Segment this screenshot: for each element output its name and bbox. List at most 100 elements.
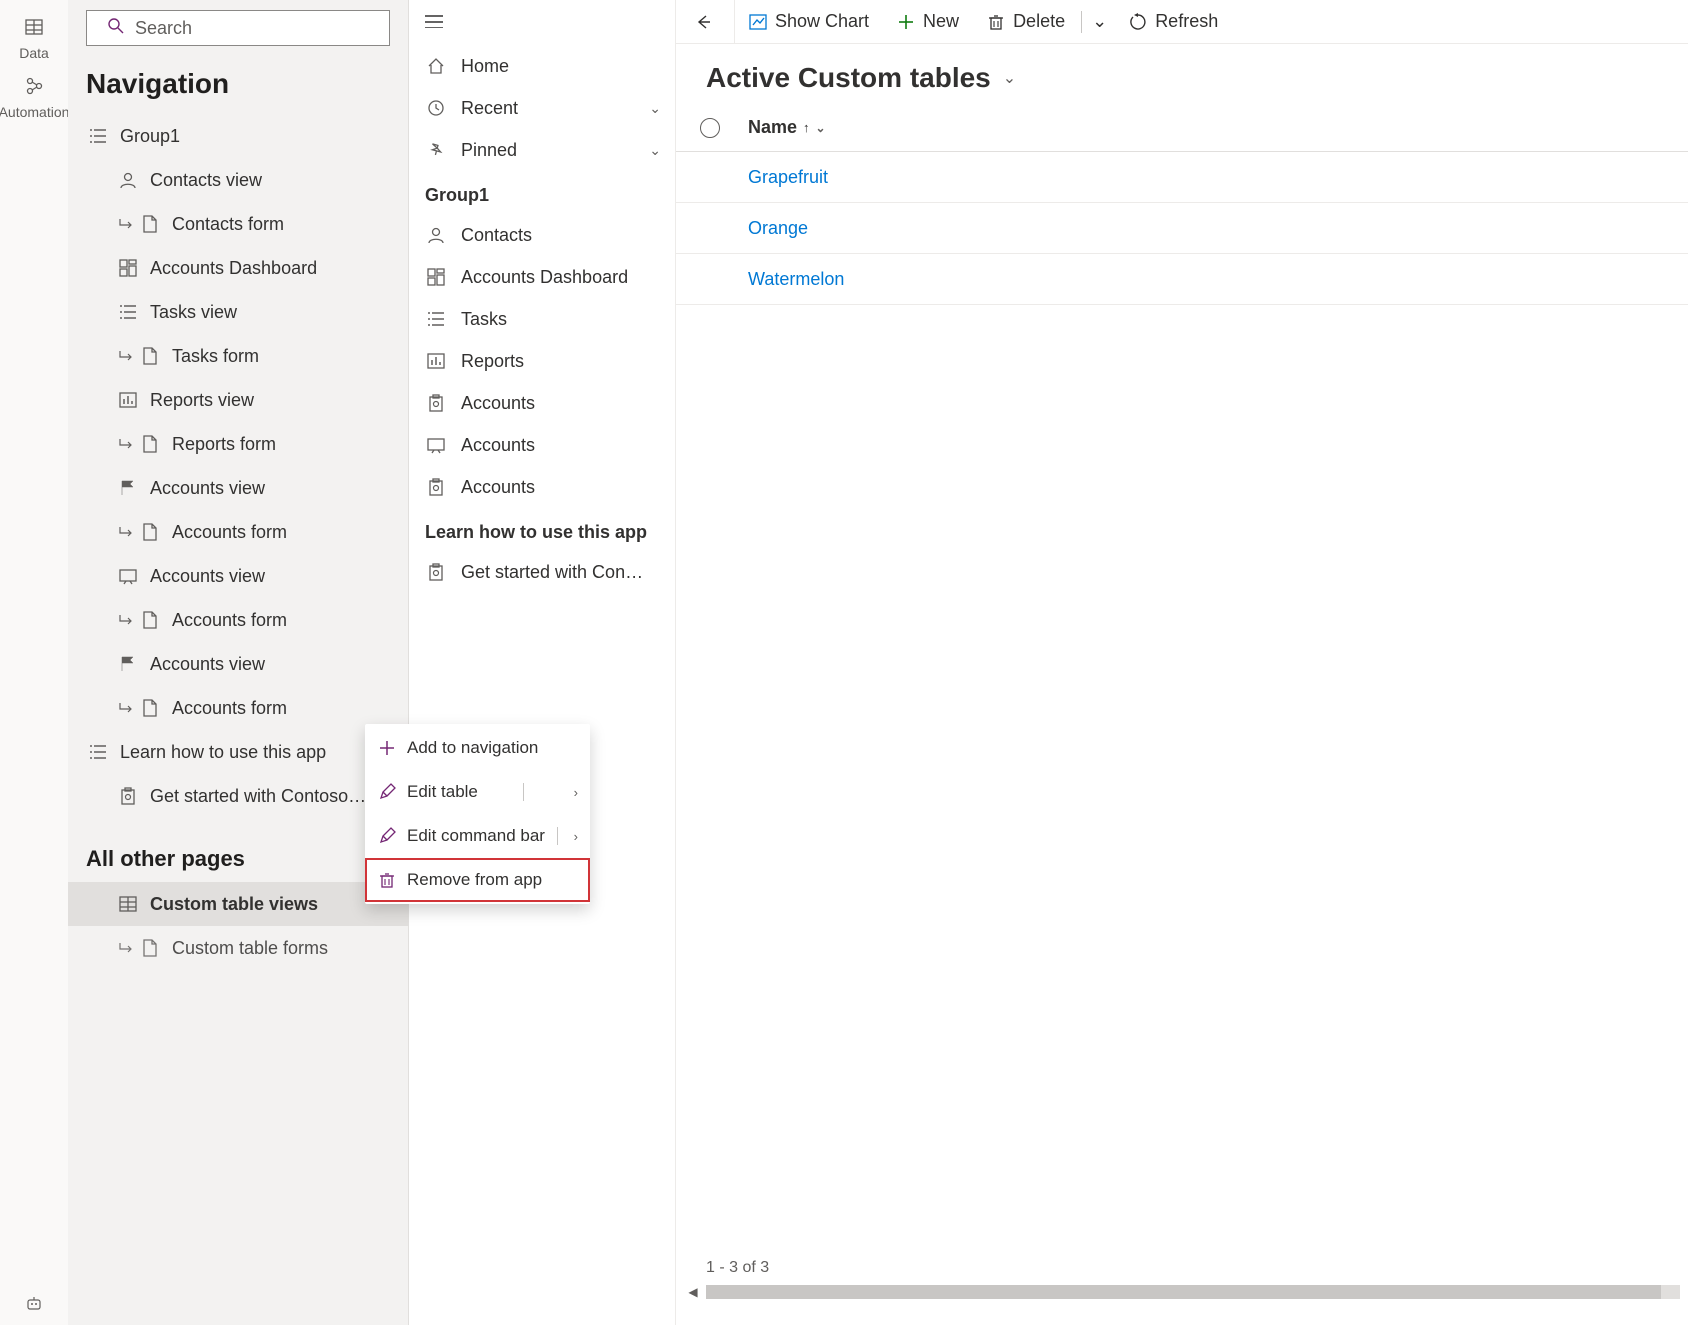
context-menu: Add to navigation Edit table › Edit comm… (365, 724, 590, 904)
rail-bot[interactable] (0, 1286, 68, 1325)
nav-item-accounts-view-3[interactable]: Accounts view (68, 642, 408, 686)
clipboard-icon (425, 563, 447, 581)
sidebar-label: Pinned (461, 140, 517, 161)
table-icon (116, 895, 140, 913)
row-link[interactable]: Grapefruit (748, 167, 828, 188)
show-chart-icon (749, 13, 767, 31)
sidebar-home[interactable]: Home (409, 45, 675, 87)
sidebar-get-started[interactable]: Get started with Con… (409, 551, 675, 593)
automation-icon (25, 77, 43, 100)
nav-tree: Group1 Contacts view Contacts form Accou… (68, 114, 408, 1325)
dashboard-icon (425, 268, 447, 286)
nav-item-accounts-dashboard[interactable]: Accounts Dashboard (68, 246, 408, 290)
left-rail: Data Automation (0, 0, 68, 1325)
sidebar-pinned[interactable]: Pinned ⌄ (409, 129, 675, 171)
nav-item-accounts-form-3[interactable]: Accounts form (68, 686, 408, 730)
rail-data[interactable]: Data (0, 10, 68, 69)
nav-item-accounts-view-1[interactable]: Accounts view (68, 466, 408, 510)
search-box[interactable]: Search (86, 10, 390, 46)
sidebar-tasks[interactable]: Tasks (409, 298, 675, 340)
rail-automation[interactable]: Automation (0, 69, 68, 128)
sidebar-accounts-2[interactable]: Accounts (409, 424, 675, 466)
sidebar-group-header: Group1 (409, 171, 675, 214)
row-link[interactable]: Watermelon (748, 269, 844, 290)
nav-title: Navigation (86, 68, 408, 100)
nav-item-custom-table-views[interactable]: Custom table views (68, 882, 408, 926)
separator (1081, 11, 1082, 33)
back-button[interactable] (680, 0, 735, 44)
nav-item-label: Get started with Contoso… (150, 786, 366, 807)
bot-icon (25, 1294, 43, 1317)
person-icon (425, 226, 447, 244)
horizontal-scrollbar[interactable]: ◀ (676, 1283, 1688, 1301)
sidebar-accounts-dashboard[interactable]: Accounts Dashboard (409, 256, 675, 298)
learn-header[interactable]: Learn how to use this app (68, 730, 408, 774)
new-label: New (923, 11, 959, 32)
nav-item-accounts-view-2[interactable]: Accounts view (68, 554, 408, 598)
column-name[interactable]: Name ↑ ⌄ (748, 117, 826, 138)
person-icon (116, 171, 140, 189)
nav-item-accounts-form-2[interactable]: Accounts form (68, 598, 408, 642)
refresh-button[interactable]: Refresh (1115, 0, 1232, 44)
nav-item-tasks-view[interactable]: Tasks view (68, 290, 408, 334)
nav-item-get-started[interactable]: Get started with Contoso… (68, 774, 408, 818)
nav-item-custom-table-forms[interactable]: Custom table forms (68, 926, 408, 970)
sidebar-label: Home (461, 56, 509, 77)
delete-button[interactable]: Delete (973, 0, 1079, 44)
nav-item-label: Accounts form (172, 522, 287, 543)
nav-item-label: Contacts form (172, 214, 284, 235)
row-link[interactable]: Orange (748, 218, 808, 239)
flag-icon (116, 655, 140, 673)
nav-item-contacts-form[interactable]: Contacts form (68, 202, 408, 246)
sidebar-label: Accounts Dashboard (461, 267, 628, 288)
sidebar-accounts-3[interactable]: Accounts (409, 466, 675, 508)
nav-item-reports-form[interactable]: Reports form (68, 422, 408, 466)
sort-asc-icon: ↑ (803, 120, 810, 135)
nav-item-reports-view[interactable]: Reports view (68, 378, 408, 422)
new-button[interactable]: New (883, 0, 973, 44)
menu-edit-command-bar[interactable]: Edit command bar › (365, 814, 590, 858)
file-icon (138, 523, 162, 541)
pencil-icon (377, 827, 397, 845)
back-icon (694, 13, 712, 31)
sidebar-accounts-1[interactable]: Accounts (409, 382, 675, 424)
app-sidebar: Home Recent ⌄ Pinned ⌄ Group1 Contacts A… (409, 0, 676, 1325)
group-header[interactable]: Group1 (68, 114, 408, 158)
refresh-icon (1129, 13, 1147, 31)
sidebar-contacts[interactable]: Contacts (409, 214, 675, 256)
menu-edit-table[interactable]: Edit table › (365, 770, 590, 814)
chevron-down-icon: ⌄ (1092, 11, 1107, 32)
nav-item-tasks-form[interactable]: Tasks form (68, 334, 408, 378)
dashboard-icon (116, 259, 140, 277)
select-all-checkbox[interactable] (700, 118, 720, 138)
scrollbar-track[interactable] (706, 1285, 1680, 1299)
menu-remove-from-app[interactable]: Remove from app (365, 858, 590, 902)
scrollbar-thumb[interactable] (706, 1285, 1661, 1299)
nav-item-label: Accounts view (150, 654, 265, 675)
rail-data-label: Data (19, 45, 49, 61)
scroll-left-icon[interactable]: ◀ (684, 1283, 702, 1301)
grid-row[interactable]: Grapefruit (676, 152, 1688, 203)
file-icon (138, 347, 162, 365)
learn-label: Learn how to use this app (120, 742, 326, 763)
hamburger-button[interactable] (409, 0, 675, 45)
search-placeholder: Search (135, 18, 192, 39)
clipboard-icon (425, 394, 447, 412)
sub-arrow-icon (116, 436, 136, 452)
nav-item-accounts-form-1[interactable]: Accounts form (68, 510, 408, 554)
sidebar-label: Accounts (461, 393, 535, 414)
sidebar-label: Accounts (461, 435, 535, 456)
view-title-row[interactable]: Active Custom tables ⌄ (676, 44, 1688, 104)
sidebar-learn-header: Learn how to use this app (409, 508, 675, 551)
delete-split-button[interactable]: ⌄ (1084, 0, 1115, 44)
show-chart-button[interactable]: Show Chart (735, 0, 883, 44)
nav-item-contacts-view[interactable]: Contacts view (68, 158, 408, 202)
grid-row[interactable]: Watermelon (676, 254, 1688, 305)
sidebar-recent[interactable]: Recent ⌄ (409, 87, 675, 129)
sidebar-reports[interactable]: Reports (409, 340, 675, 382)
grid-row[interactable]: Orange (676, 203, 1688, 254)
sub-arrow-icon (116, 216, 136, 232)
sidebar-label: Reports (461, 351, 524, 372)
chevron-down-icon: ⌄ (816, 121, 826, 135)
menu-add-to-navigation[interactable]: Add to navigation (365, 726, 590, 770)
